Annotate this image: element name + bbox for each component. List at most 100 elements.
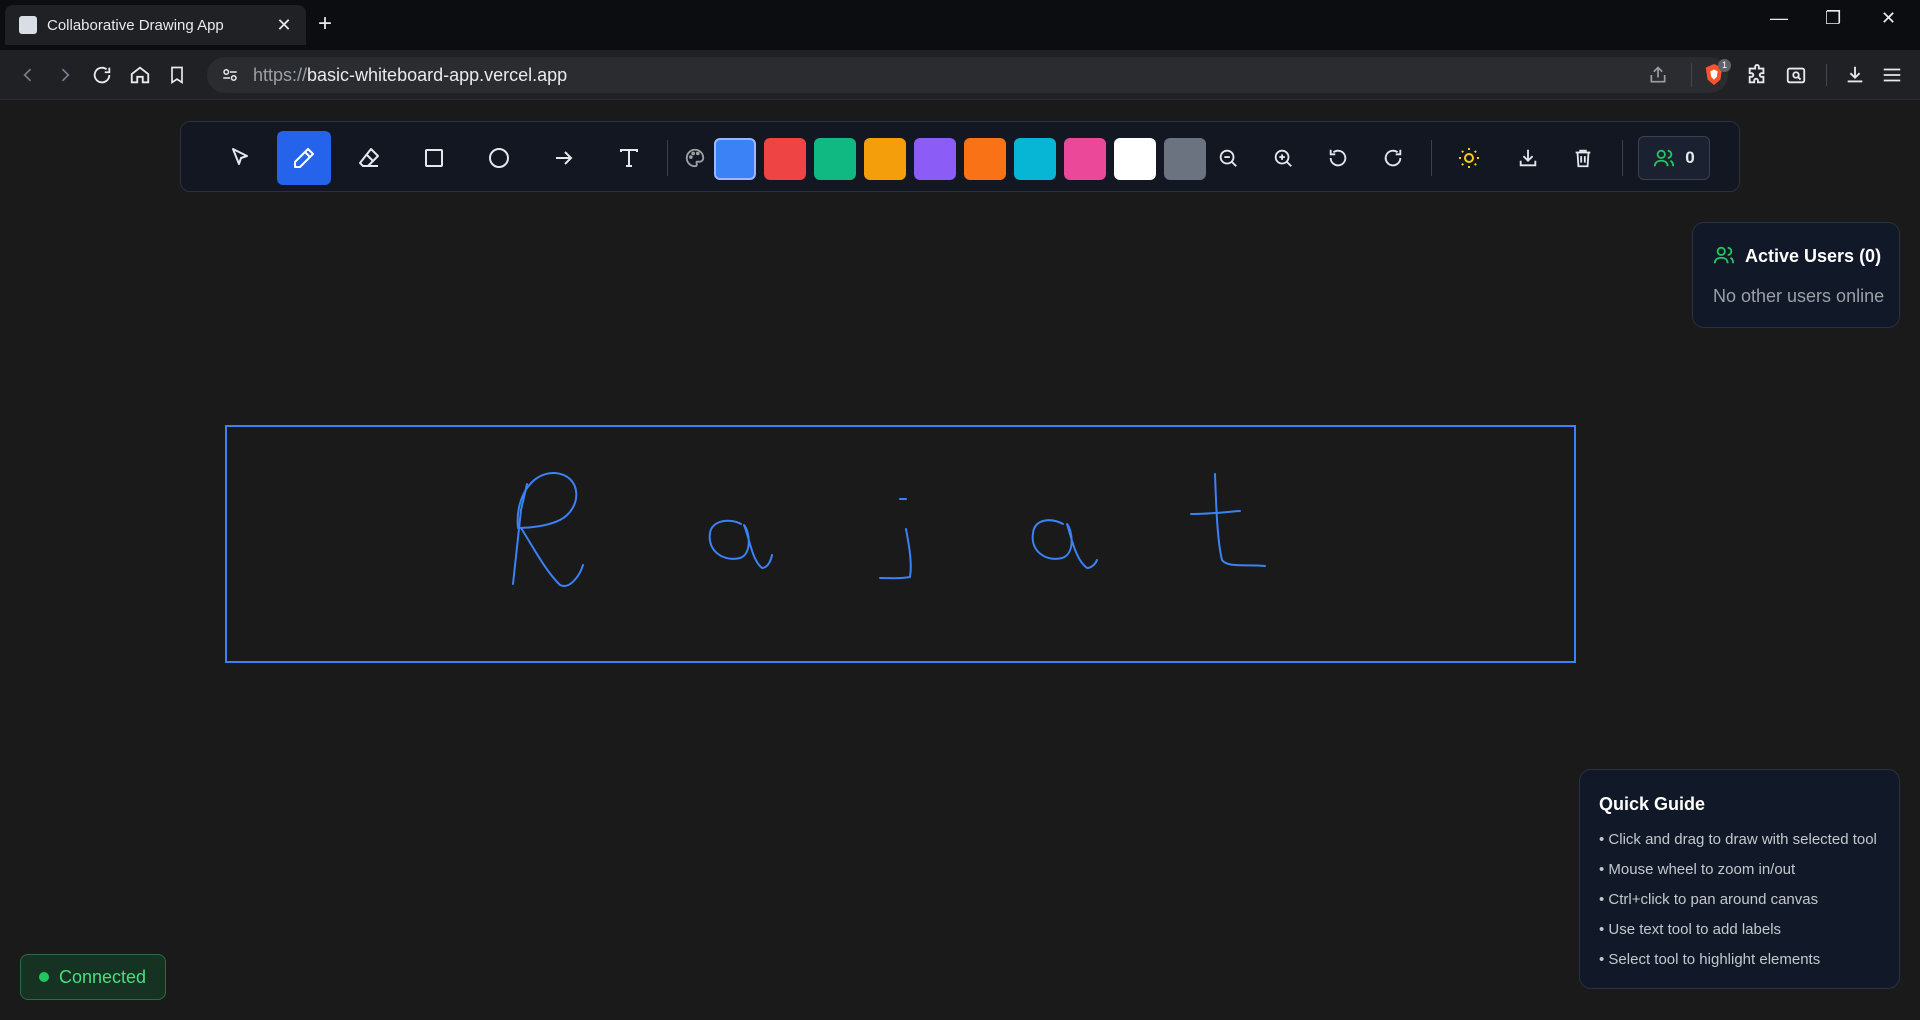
guide-item: • Use text tool to add labels — [1599, 921, 1782, 938]
active-users-empty-text: No other users online — [1713, 286, 1885, 306]
maximize-button[interactable]: ❐ — [1825, 8, 1841, 29]
forward-button[interactable] — [53, 63, 77, 87]
url-divider — [1691, 63, 1692, 87]
minimize-button[interactable]: — — [1770, 8, 1788, 29]
app-favicon-icon — [19, 16, 37, 34]
arrow-tool-button[interactable] — [537, 131, 591, 185]
color-swatch-pink[interactable] — [1064, 138, 1106, 180]
handwritten-text[interactable] — [512, 471, 1266, 587]
stroke-j — [879, 528, 912, 580]
eraser-icon — [359, 148, 379, 167]
zoom-in-button[interactable] — [1263, 131, 1303, 185]
back-icon — [23, 68, 32, 82]
download-icon — [1847, 66, 1863, 83]
guide-item: • Select tool to highlight elements — [1599, 951, 1821, 968]
users-count: 0 — [1685, 148, 1695, 167]
share-icon[interactable] — [1648, 65, 1668, 85]
rectangle-tool-button[interactable] — [407, 131, 461, 185]
site-settings-icon[interactable] — [221, 66, 239, 84]
stroke-r-bowl — [516, 471, 578, 529]
pencil-icon — [294, 148, 314, 168]
toolbar-divider — [1826, 64, 1827, 86]
quick-guide-list: • Click and drag to draw with selected t… — [1599, 825, 1877, 975]
toolbar-separator — [1622, 140, 1623, 176]
circle-icon — [489, 148, 509, 168]
palette-icon — [685, 148, 705, 168]
browser-tab[interactable]: Collaborative Drawing App ✕ — [5, 5, 306, 45]
tab-close-icon[interactable]: ✕ — [274, 15, 294, 36]
color-swatch-purple[interactable] — [914, 138, 956, 180]
back-button[interactable] — [16, 63, 40, 87]
shield-badge: 1 — [1718, 59, 1731, 72]
zoom-out-icon — [1219, 149, 1237, 167]
toolbar-separator — [1431, 140, 1432, 176]
color-swatch-amber[interactable] — [864, 138, 906, 180]
color-swatch-orange[interactable] — [964, 138, 1006, 180]
redo-icon — [1384, 149, 1402, 167]
guide-item: • Mouse wheel to zoom in/out — [1599, 861, 1796, 878]
downloads-button[interactable] — [1843, 63, 1867, 87]
stroke-a2 — [1031, 519, 1098, 569]
active-users-title: Active Users (0) — [1745, 246, 1882, 266]
color-swatch-blue[interactable] — [714, 138, 756, 180]
guide-item: • Click and drag to draw with selected t… — [1599, 831, 1877, 848]
bookmark-icon — [171, 66, 183, 85]
color-swatch-green[interactable] — [814, 138, 856, 180]
drawn-rectangle[interactable] — [225, 425, 1576, 663]
browser-address-bar: https:// basic-whiteboard-app.vercel.app… — [0, 50, 1920, 100]
color-swatch-white[interactable] — [1114, 138, 1156, 180]
select-tool-button[interactable] — [213, 131, 267, 185]
status-label: Connected — [59, 966, 147, 987]
clear-canvas-button[interactable] — [1563, 131, 1603, 185]
toolbar-separator — [667, 140, 668, 176]
home-icon — [130, 66, 150, 84]
stroke-t-cross — [1190, 510, 1241, 515]
url-protocol: https:// — [253, 64, 308, 85]
rectangle-icon — [425, 149, 443, 167]
url-field[interactable]: https:// basic-whiteboard-app.vercel.app… — [207, 57, 1731, 93]
status-dot-icon — [39, 972, 49, 982]
theme-toggle-button[interactable] — [1449, 131, 1489, 185]
undo-icon — [1329, 149, 1347, 167]
zoom-in-icon — [1274, 149, 1292, 167]
eraser-tool-button[interactable] — [342, 131, 396, 185]
zoom-out-button[interactable] — [1208, 131, 1248, 185]
connection-status-badge: Connected — [20, 954, 166, 1000]
puzzle-icon — [1748, 64, 1765, 84]
bookmark-button[interactable] — [165, 63, 189, 87]
color-swatch-cyan[interactable] — [1014, 138, 1056, 180]
circle-tool-button[interactable] — [472, 131, 526, 185]
new-tab-button[interactable]: + — [318, 10, 332, 38]
color-swatch-red[interactable] — [764, 138, 806, 180]
color-swatch-gray[interactable] — [1164, 138, 1206, 180]
active-users-panel: Active Users (0) No other users online — [1692, 222, 1900, 328]
users-button[interactable]: 0 — [1638, 136, 1710, 180]
quick-guide-panel: Quick Guide • Click and drag to draw wit… — [1579, 769, 1900, 989]
palette-button[interactable] — [680, 131, 710, 185]
extensions-button[interactable] — [1745, 63, 1769, 87]
sun-icon — [1459, 148, 1479, 168]
forward-icon — [61, 68, 70, 82]
redo-button[interactable] — [1373, 131, 1413, 185]
download-icon — [1519, 149, 1537, 167]
download-button[interactable] — [1508, 131, 1548, 185]
home-button[interactable] — [128, 63, 152, 87]
guide-item: • Ctrl+click to pan around canvas — [1599, 891, 1819, 908]
pencil-tool-button[interactable] — [277, 131, 331, 185]
arrow-icon — [556, 151, 573, 165]
wallet-icon — [1786, 67, 1806, 84]
reload-button[interactable] — [90, 63, 114, 87]
stroke-r-leg — [520, 527, 584, 587]
trash-icon — [1575, 149, 1591, 168]
window-close-button[interactable]: ✕ — [1881, 8, 1896, 29]
cursor-icon — [232, 148, 248, 165]
tab-title: Collaborative Drawing App — [47, 16, 224, 34]
undo-button[interactable] — [1318, 131, 1358, 185]
menu-button[interactable] — [1880, 63, 1904, 87]
text-tool-button[interactable] — [602, 131, 656, 185]
reload-icon — [93, 66, 111, 84]
text-icon — [620, 149, 638, 167]
wallet-button[interactable] — [1784, 63, 1808, 87]
browser-tab-strip: Collaborative Drawing App ✕ + — ❐ ✕ — [0, 0, 1920, 50]
drawing-toolbar: 0 — [180, 121, 1740, 192]
